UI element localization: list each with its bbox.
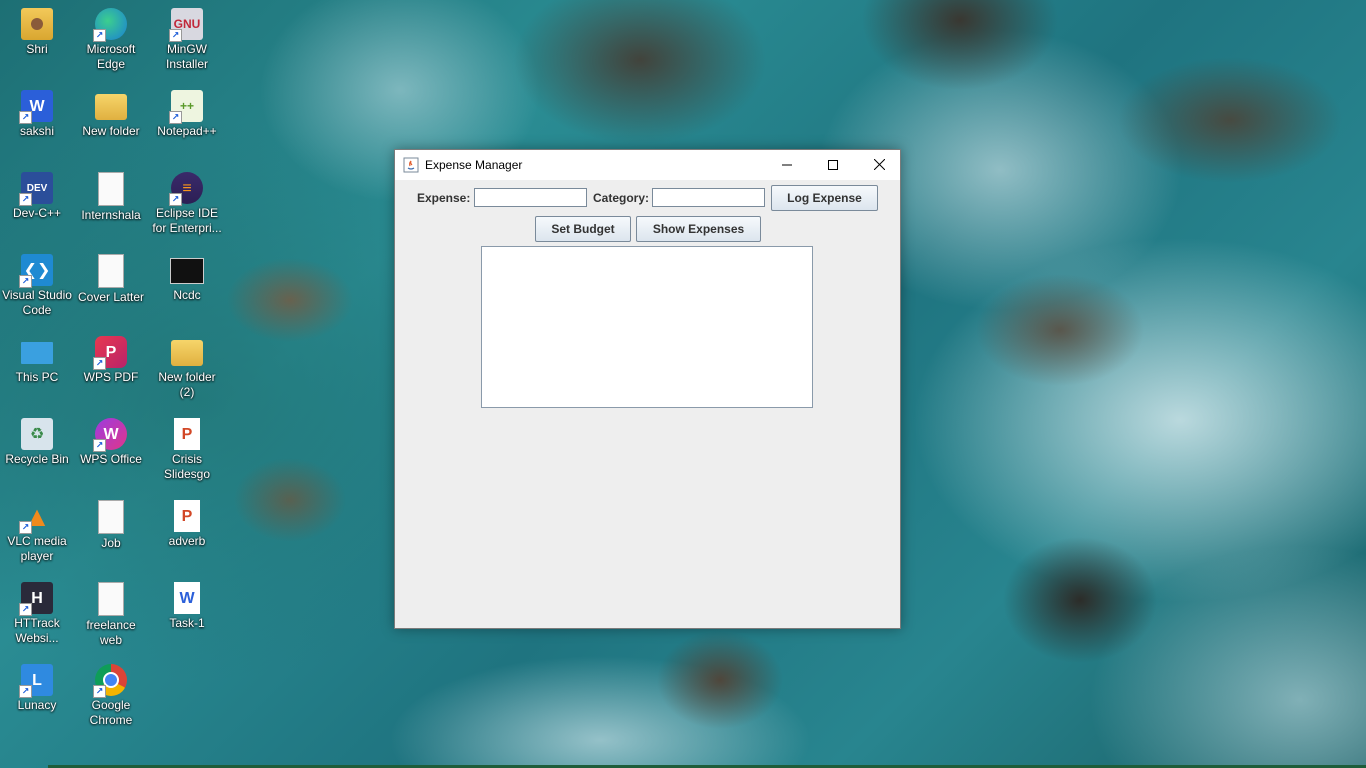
wps-office-icon: W (93, 418, 127, 452)
desktop-icon-label: HTTrack Websi... (14, 616, 60, 645)
desktop-icon-label: WPS PDF (83, 370, 139, 384)
desktop-icon-recycle-bin[interactable]: ♻ Recycle Bin (0, 418, 74, 467)
expenses-output-area[interactable] (481, 246, 813, 408)
desktop-icon-label: This PC (15, 370, 59, 384)
expense-manager-window: Expense Manager Expense: Category: Log E… (394, 149, 901, 629)
expense-input[interactable] (474, 188, 587, 207)
desktop-icon-label: New folder (82, 124, 140, 138)
desktop-icon-chrome[interactable]: Google Chrome (74, 664, 148, 728)
category-input[interactable] (652, 188, 765, 207)
desktop-icon-label: freelance web (86, 618, 136, 647)
maximize-icon (828, 157, 838, 173)
desktop-icon-label: WPS Office (80, 452, 142, 466)
text-file-icon (98, 500, 124, 534)
desktop-icon-edge[interactable]: Microsoft Edge (74, 8, 148, 72)
desktop-icon-cover-latter[interactable]: Cover Latter (74, 254, 148, 305)
desktop-icon-label: Google Chrome (89, 698, 133, 727)
lunacy-icon: L (19, 664, 53, 698)
eclipse-icon: ≡ (169, 172, 203, 206)
expense-label: Expense: (417, 191, 471, 205)
desktop-icon-wps-pdf[interactable]: P WPS PDF (74, 336, 148, 385)
desktop-icon-label: Ncdc (173, 288, 201, 302)
desktop-icon-ncdc[interactable]: Ncdc (150, 254, 224, 303)
recycle-bin-icon: ♻ (21, 418, 53, 450)
folder-icon (171, 340, 203, 366)
desktop-icon-notepadpp[interactable]: ++ Notepad++ (150, 90, 224, 139)
desktop-icon-label: Recycle Bin (5, 452, 69, 466)
desktop-icon-label: Dev-C++ (12, 206, 62, 220)
desktop-icon-label: adverb (168, 534, 206, 548)
show-expenses-button[interactable]: Show Expenses (636, 216, 761, 242)
desktop-icon-label: Lunacy (17, 698, 57, 712)
desktop-icon-job[interactable]: Job (74, 500, 148, 551)
desktop-icon-label: Visual Studio Code (2, 288, 72, 317)
desktop-icon-label: Shri (26, 42, 48, 56)
set-budget-button[interactable]: Set Budget (535, 216, 631, 242)
desktop-icon-label: Notepad++ (157, 124, 217, 138)
user-folder-icon (21, 8, 53, 40)
title-bar[interactable]: Expense Manager (395, 150, 900, 180)
vlc-icon: ▲ (19, 500, 53, 534)
category-label: Category: (593, 191, 650, 205)
close-icon (873, 157, 885, 173)
desktop-icon-mingw[interactable]: GNU MinGW Installer (150, 8, 224, 72)
desktop-icon-wps-office[interactable]: W WPS Office (74, 418, 148, 467)
java-app-icon (403, 157, 419, 173)
notepadpp-icon: ++ (169, 90, 203, 124)
vscode-icon: ❮❯ (19, 254, 53, 288)
devcpp-icon: DEV (19, 172, 53, 206)
desktop-icon-label: Task-1 (169, 616, 205, 630)
desktop-icon-label: MinGW Installer (165, 42, 209, 71)
maximize-button[interactable] (810, 150, 856, 180)
desktop-icon-vlc[interactable]: ▲ VLC media player (0, 500, 74, 564)
desktop-icon-devcpp[interactable]: DEV Dev-C++ (0, 172, 74, 221)
desktop-icon-label: Job (101, 536, 121, 550)
desktop-icon-label: Internshala (81, 208, 141, 222)
computer-icon (21, 342, 53, 364)
minimize-button[interactable] (764, 150, 810, 180)
desktop-icon-new-folder-2[interactable]: New folder (2) (150, 336, 224, 400)
powerpoint-icon: P (174, 500, 200, 532)
text-file-icon (98, 582, 124, 616)
minimize-icon (782, 157, 792, 173)
desktop-icon-task-1[interactable]: W Task-1 (150, 582, 224, 631)
window-title: Expense Manager (425, 158, 523, 172)
desktop-icon-label: sakshi (19, 124, 54, 138)
text-file-icon (98, 254, 124, 288)
wps-pdf-icon: P (93, 336, 127, 370)
desktop-icon-crisis-slidesgo[interactable]: P Crisis Slidesgo (150, 418, 224, 482)
edge-icon (93, 8, 127, 42)
text-file-icon (98, 172, 124, 206)
desktop-icon-label: Cover Latter (77, 290, 145, 304)
powerpoint-icon: P (174, 418, 200, 450)
desktop-icon-label: Eclipse IDE for Enterpri... (152, 206, 222, 235)
desktop-icon-this-pc[interactable]: This PC (0, 336, 74, 385)
log-expense-button[interactable]: Log Expense (771, 185, 878, 211)
desktop-icon-shri[interactable]: Shri (0, 8, 74, 57)
chrome-icon (93, 664, 127, 698)
mingw-icon: GNU (169, 8, 203, 42)
desktop-icon-new-folder[interactable]: New folder (74, 90, 148, 139)
image-file-icon (170, 258, 204, 284)
desktop-icon-label: New folder (2) (158, 370, 216, 399)
desktop-icon-adverb[interactable]: P adverb (150, 500, 224, 549)
desktop-icon-httrack[interactable]: H HTTrack Websi... (0, 582, 74, 646)
desktop-icon-label: Crisis Slidesgo (163, 452, 211, 481)
httrack-icon: H (19, 582, 53, 616)
desktop-icon-vscode[interactable]: ❮❯ Visual Studio Code (0, 254, 74, 318)
folder-icon (95, 94, 127, 120)
desktop-icon-sakshi[interactable]: W sakshi (0, 90, 74, 139)
desktop-icon-freelance-web[interactable]: freelance web (74, 582, 148, 648)
desktop-icon-label: VLC media player (7, 534, 67, 563)
desktop-icon-internshala[interactable]: Internshala (74, 172, 148, 223)
close-button[interactable] (856, 150, 902, 180)
desktop-icon-eclipse[interactable]: ≡ Eclipse IDE for Enterpri... (150, 172, 224, 236)
word-doc-icon: W (174, 582, 200, 614)
word-doc-icon: W (19, 90, 53, 124)
desktop-icon-label: Microsoft Edge (86, 42, 136, 71)
desktop-icon-lunacy[interactable]: L Lunacy (0, 664, 74, 713)
